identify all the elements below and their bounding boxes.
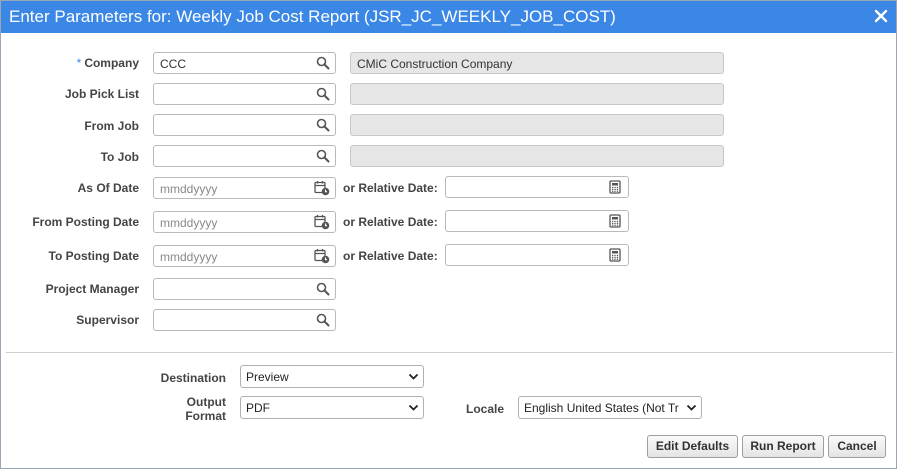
as-of-date-placeholder: mmddyyyy bbox=[160, 182, 218, 196]
required-marker: * bbox=[76, 56, 82, 70]
chevron-down-icon bbox=[408, 373, 419, 380]
run-report-button[interactable]: Run Report bbox=[742, 435, 824, 458]
to-job-description bbox=[350, 145, 724, 167]
as-of-date-field[interactable]: mmddyyyy bbox=[153, 177, 336, 199]
project-manager-label: Project Manager bbox=[45, 282, 139, 296]
company-description-text: CMiC Construction Company bbox=[357, 57, 513, 71]
to-posting-date-field[interactable]: mmddyyyy bbox=[153, 245, 336, 267]
from-job-label: From Job bbox=[84, 119, 139, 133]
locale-label: Locale bbox=[466, 402, 505, 416]
to-job-field[interactable] bbox=[153, 145, 336, 167]
output-format-label: Output Format bbox=[101, 395, 226, 423]
calendar-clock-icon[interactable] bbox=[314, 214, 330, 230]
company-field[interactable]: CCC bbox=[153, 52, 336, 74]
close-icon[interactable] bbox=[873, 8, 889, 24]
search-icon[interactable] bbox=[316, 87, 330, 101]
company-description: CMiC Construction Company bbox=[350, 52, 724, 74]
search-icon[interactable] bbox=[316, 313, 330, 327]
supervisor-label: Supervisor bbox=[76, 313, 139, 327]
section-divider bbox=[6, 352, 893, 353]
calculator-icon[interactable] bbox=[608, 180, 622, 194]
company-value: CCC bbox=[160, 57, 186, 71]
calculator-icon[interactable] bbox=[608, 248, 622, 262]
edit-defaults-button[interactable]: Edit Defaults bbox=[647, 435, 738, 458]
company-label-text: Company bbox=[84, 56, 139, 70]
chevron-down-icon bbox=[408, 404, 419, 411]
from-posting-relative-label: or Relative Date: bbox=[343, 215, 438, 229]
locale-select[interactable]: English United States (Not Tr bbox=[518, 396, 702, 419]
as-of-date-label: As Of Date bbox=[77, 181, 139, 195]
supervisor-field[interactable] bbox=[153, 309, 336, 331]
search-icon[interactable] bbox=[316, 56, 330, 70]
search-icon[interactable] bbox=[316, 282, 330, 296]
parameters-dialog: Enter Parameters for: Weekly Job Cost Re… bbox=[0, 0, 897, 469]
project-manager-field[interactable] bbox=[153, 278, 336, 300]
output-format-label-line2: Format bbox=[185, 409, 226, 423]
as-of-relative-label: or Relative Date: bbox=[343, 181, 438, 195]
job-pick-list-field[interactable] bbox=[153, 83, 336, 105]
search-icon[interactable] bbox=[316, 149, 330, 163]
job-pick-list-label: Job Pick List bbox=[64, 87, 139, 101]
from-job-description bbox=[350, 114, 724, 136]
title-bar: Enter Parameters for: Weekly Job Cost Re… bbox=[1, 1, 896, 33]
destination-select[interactable]: Preview bbox=[240, 365, 424, 388]
to-posting-date-placeholder: mmddyyyy bbox=[160, 250, 218, 264]
as-of-relative-field[interactable] bbox=[445, 176, 629, 198]
chevron-down-icon bbox=[686, 404, 697, 411]
calendar-clock-icon[interactable] bbox=[314, 180, 330, 196]
locale-value: English United States (Not Tr bbox=[524, 401, 679, 415]
output-format-value: PDF bbox=[246, 401, 270, 415]
calendar-clock-icon[interactable] bbox=[314, 248, 330, 264]
cancel-button[interactable]: Cancel bbox=[828, 435, 886, 458]
company-label: * Company bbox=[21, 56, 139, 70]
from-job-field[interactable] bbox=[153, 114, 336, 136]
from-posting-date-placeholder: mmddyyyy bbox=[160, 216, 218, 230]
search-icon[interactable] bbox=[316, 118, 330, 132]
from-posting-date-field[interactable]: mmddyyyy bbox=[153, 211, 336, 233]
to-posting-relative-field[interactable] bbox=[445, 244, 629, 266]
job-pick-list-description bbox=[350, 83, 724, 105]
dialog-title: Enter Parameters for: Weekly Job Cost Re… bbox=[9, 7, 616, 26]
to-job-label: To Job bbox=[100, 150, 139, 164]
from-posting-date-label: From Posting Date bbox=[32, 215, 139, 229]
to-posting-relative-label: or Relative Date: bbox=[343, 249, 438, 263]
destination-label: Destination bbox=[160, 371, 226, 385]
destination-value: Preview bbox=[246, 370, 289, 384]
output-format-select[interactable]: PDF bbox=[240, 396, 424, 419]
output-format-label-line1: Output bbox=[186, 395, 226, 409]
calculator-icon[interactable] bbox=[608, 214, 622, 228]
from-posting-relative-field[interactable] bbox=[445, 210, 629, 232]
to-posting-date-label: To Posting Date bbox=[48, 249, 139, 263]
